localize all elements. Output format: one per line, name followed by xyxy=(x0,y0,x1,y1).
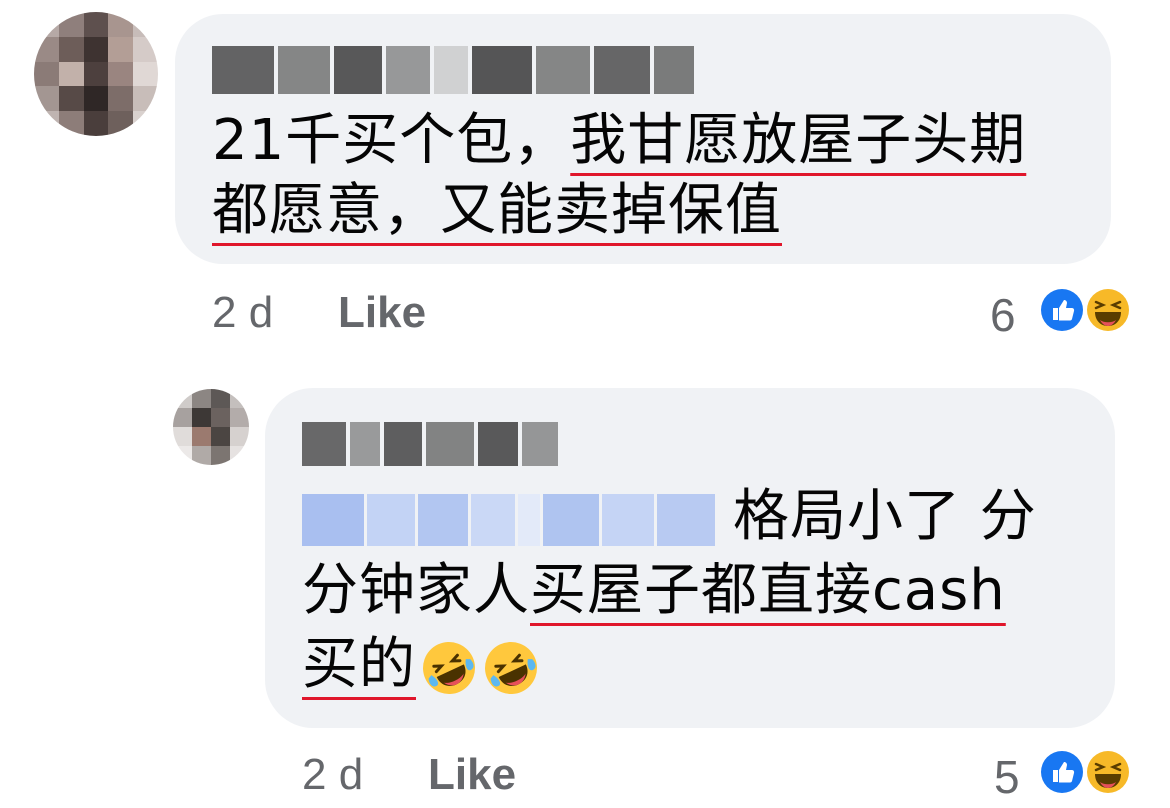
comment-text-line-2: 都愿意，又能卖掉保值 xyxy=(212,178,782,243)
rofl-emoji-icon xyxy=(485,641,537,694)
like-reaction-icon xyxy=(1039,749,1085,795)
reply-text-line-1: 格局小了 分 xyxy=(302,482,1037,552)
haha-reaction-icon xyxy=(1085,749,1131,795)
commenter-avatar[interactable] xyxy=(34,12,158,136)
commenter-name-blurred[interactable] xyxy=(212,46,694,94)
comment-text-line-1: 21千买个包，我甘愿放屋子头期 xyxy=(212,108,1027,173)
reply-author-name-blurred[interactable] xyxy=(302,422,558,466)
comment-like-button[interactable]: Like xyxy=(338,288,426,338)
reply-text-line-2: 分钟家人买屋子都直接cash xyxy=(302,558,1006,623)
rofl-emoji-icon xyxy=(423,641,475,694)
like-reaction-icon xyxy=(1039,287,1085,333)
comment-timestamp[interactable]: 2 d xyxy=(212,288,273,338)
reply-reaction-count[interactable]: 5 xyxy=(994,750,1020,804)
mention-tag-blurred[interactable] xyxy=(302,493,715,546)
reply-text-line-3: 买的 xyxy=(302,630,540,700)
reply-avatar[interactable] xyxy=(173,389,249,465)
comment-reaction-count[interactable]: 6 xyxy=(990,288,1016,342)
reply-timestamp[interactable]: 2 d xyxy=(302,750,363,800)
reply-like-button[interactable]: Like xyxy=(428,750,516,800)
haha-reaction-icon xyxy=(1085,287,1131,333)
